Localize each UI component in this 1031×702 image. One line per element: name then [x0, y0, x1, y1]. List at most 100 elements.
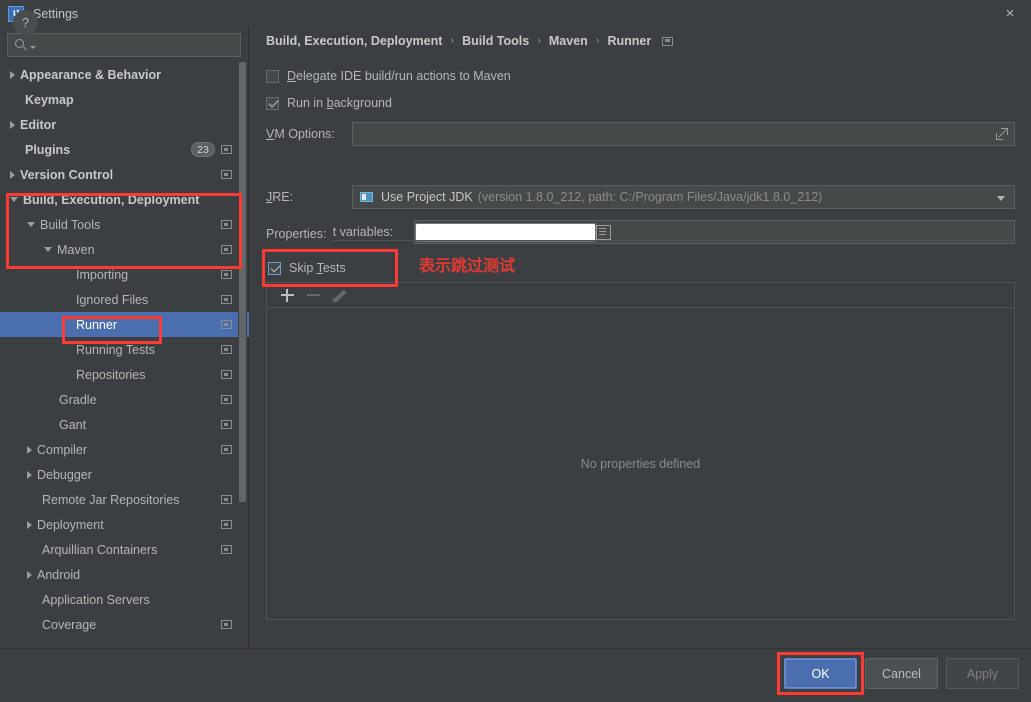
settings-copy-icon[interactable]	[221, 370, 232, 379]
vm-options-field[interactable]	[352, 122, 1015, 146]
sidebar-item-remote-jar-repositories[interactable]: Remote Jar Repositories	[0, 487, 249, 512]
settings-copy-icon[interactable]	[221, 395, 232, 404]
chevron-right-icon[interactable]	[27, 445, 32, 454]
apply-button[interactable]: Apply	[946, 658, 1019, 689]
sidebar-item-importing[interactable]: Importing	[0, 262, 249, 287]
sidebar-item-arquillian-containers[interactable]: Arquillian Containers	[0, 537, 249, 562]
settings-copy-icon[interactable]	[221, 270, 232, 279]
delegate-ide-build-label: Delegate IDE build/run actions to Maven	[287, 69, 511, 83]
sidebar-item-keymap[interactable]: Keymap	[0, 87, 249, 112]
sidebar-item-compiler[interactable]: Compiler	[0, 437, 249, 462]
add-property-button[interactable]	[274, 284, 300, 306]
sidebar-item-label: Version Control	[20, 167, 114, 182]
jre-dropdown[interactable]: Use Project JDK (version 1.8.0_212, path…	[352, 185, 1015, 209]
sidebar-item-maven[interactable]: Maven	[0, 237, 249, 262]
sidebar-item-debugger[interactable]: Debugger	[0, 462, 249, 487]
sidebar-item-label: Editor	[20, 117, 57, 132]
sidebar-item-build-tools[interactable]: Build Tools	[0, 212, 249, 237]
settings-copy-icon[interactable]	[221, 445, 232, 454]
chevron-down-icon[interactable]	[997, 196, 1005, 201]
delegate-ide-build-checkbox[interactable]	[266, 69, 279, 83]
breadcrumb-item[interactable]: Build, Execution, Deployment	[266, 34, 442, 48]
chevron-right-icon[interactable]	[27, 520, 32, 529]
chevron-down-icon[interactable]	[10, 197, 18, 202]
environment-variables-input[interactable]	[415, 222, 596, 242]
settings-copy-icon[interactable]	[221, 495, 232, 504]
settings-copy-icon[interactable]	[221, 245, 232, 254]
sidebar-item-android[interactable]: Android	[0, 562, 249, 587]
chevron-right-icon[interactable]	[27, 470, 32, 479]
sidebar-item-runner[interactable]: Runner	[0, 312, 249, 337]
sidebar-item-ignored-files[interactable]: Ignored Files	[0, 287, 249, 312]
breadcrumb-item[interactable]: Runner	[607, 34, 651, 48]
settings-copy-icon[interactable]	[221, 320, 232, 329]
sidebar-item-gradle[interactable]: Gradle	[0, 387, 249, 412]
run-in-background-checkbox[interactable]	[266, 96, 279, 110]
skip-tests-checkbox[interactable]	[268, 261, 281, 275]
sidebar-item-label: Maven	[57, 242, 95, 257]
search-input[interactable]	[39, 38, 240, 52]
breadcrumb-item[interactable]: Maven	[549, 34, 588, 48]
breadcrumb: Build, Execution, Deployment › Build Tools…	[266, 34, 674, 48]
breadcrumb-item[interactable]: Build Tools	[462, 34, 529, 48]
list-browse-icon[interactable]	[596, 224, 611, 240]
ok-button[interactable]: OK	[784, 658, 857, 689]
jre-label: JRE:	[266, 190, 294, 204]
sidebar-item-label: Compiler	[37, 442, 88, 457]
search-box[interactable]	[7, 33, 241, 57]
run-in-background-checkbox-row[interactable]: Run in background	[266, 96, 392, 110]
sidebar-item-deployment[interactable]: Deployment	[0, 512, 249, 537]
sidebar-scrollbar-thumb[interactable]	[239, 62, 246, 502]
remove-property-button[interactable]	[300, 284, 326, 306]
properties-group-title: Properties:	[266, 227, 333, 241]
sidebar-item-coverage[interactable]: Coverage	[0, 612, 249, 637]
sidebar-item-label: Deployment	[37, 517, 104, 532]
sidebar-item-label: Arquillian Containers	[42, 542, 158, 557]
settings-copy-icon[interactable]	[662, 36, 674, 46]
settings-copy-icon[interactable]	[221, 145, 232, 154]
edit-property-button[interactable]	[326, 284, 352, 306]
skip-tests-label: Skip Tests	[289, 261, 346, 275]
sidebar-item-repositories[interactable]: Repositories	[0, 362, 249, 387]
sidebar-item-build-execution-deployment[interactable]: Build, Execution, Deployment	[0, 187, 249, 212]
sidebar-item-appearance-behavior[interactable]: Appearance & Behavior	[0, 62, 249, 87]
jre-selected-value: Use Project JDK	[381, 190, 473, 204]
chevron-down-icon[interactable]	[27, 222, 35, 227]
sidebar-item-version-control[interactable]: Version Control	[0, 162, 249, 187]
expand-icon[interactable]	[993, 125, 1011, 143]
sidebar-item-label: Gant	[59, 417, 87, 432]
sidebar-scrollbar[interactable]	[238, 62, 247, 648]
chevron-right-icon[interactable]	[10, 170, 15, 179]
sidebar-item-application-servers[interactable]: Application Servers	[0, 587, 249, 612]
settings-copy-icon[interactable]	[221, 220, 232, 229]
sidebar-item-label: Plugins	[25, 142, 71, 157]
sidebar-item-gant[interactable]: Gant	[0, 412, 249, 437]
run-in-background-label: Run in background	[287, 96, 392, 110]
chevron-down-icon[interactable]	[44, 247, 52, 252]
sidebar-item-running-tests[interactable]: Running Tests	[0, 337, 249, 362]
search-options-icon[interactable]	[30, 45, 36, 49]
sidebar-item-label: Build Tools	[40, 217, 101, 232]
sidebar-item-editor[interactable]: Editor	[0, 112, 249, 137]
settings-copy-icon[interactable]	[221, 620, 232, 629]
sidebar-item-label: Remote Jar Repositories	[42, 492, 180, 507]
skip-tests-checkbox-row[interactable]: Skip Tests	[268, 261, 346, 275]
delegate-ide-build-checkbox-row[interactable]: Delegate IDE build/run actions to Maven	[266, 69, 511, 83]
sidebar-item-plugins[interactable]: Plugins 23	[0, 137, 249, 162]
settings-copy-icon[interactable]	[221, 345, 232, 354]
window-title: Settings	[33, 6, 79, 21]
chevron-right-icon[interactable]	[10, 70, 15, 79]
settings-copy-icon[interactable]	[221, 520, 232, 529]
sidebar-item-label: Gradle	[59, 392, 97, 407]
settings-copy-icon[interactable]	[221, 170, 232, 179]
help-button[interactable]: ?	[13, 10, 38, 35]
settings-copy-icon[interactable]	[221, 545, 232, 554]
chevron-right-icon[interactable]	[10, 120, 15, 129]
sidebar-item-badge: 23	[191, 142, 215, 157]
close-icon[interactable]: ×	[989, 0, 1031, 27]
settings-copy-icon[interactable]	[221, 295, 232, 304]
chevron-right-icon[interactable]	[27, 570, 32, 579]
cancel-button[interactable]: Cancel	[865, 658, 938, 689]
vm-options-input[interactable]	[353, 127, 993, 141]
settings-copy-icon[interactable]	[221, 420, 232, 429]
